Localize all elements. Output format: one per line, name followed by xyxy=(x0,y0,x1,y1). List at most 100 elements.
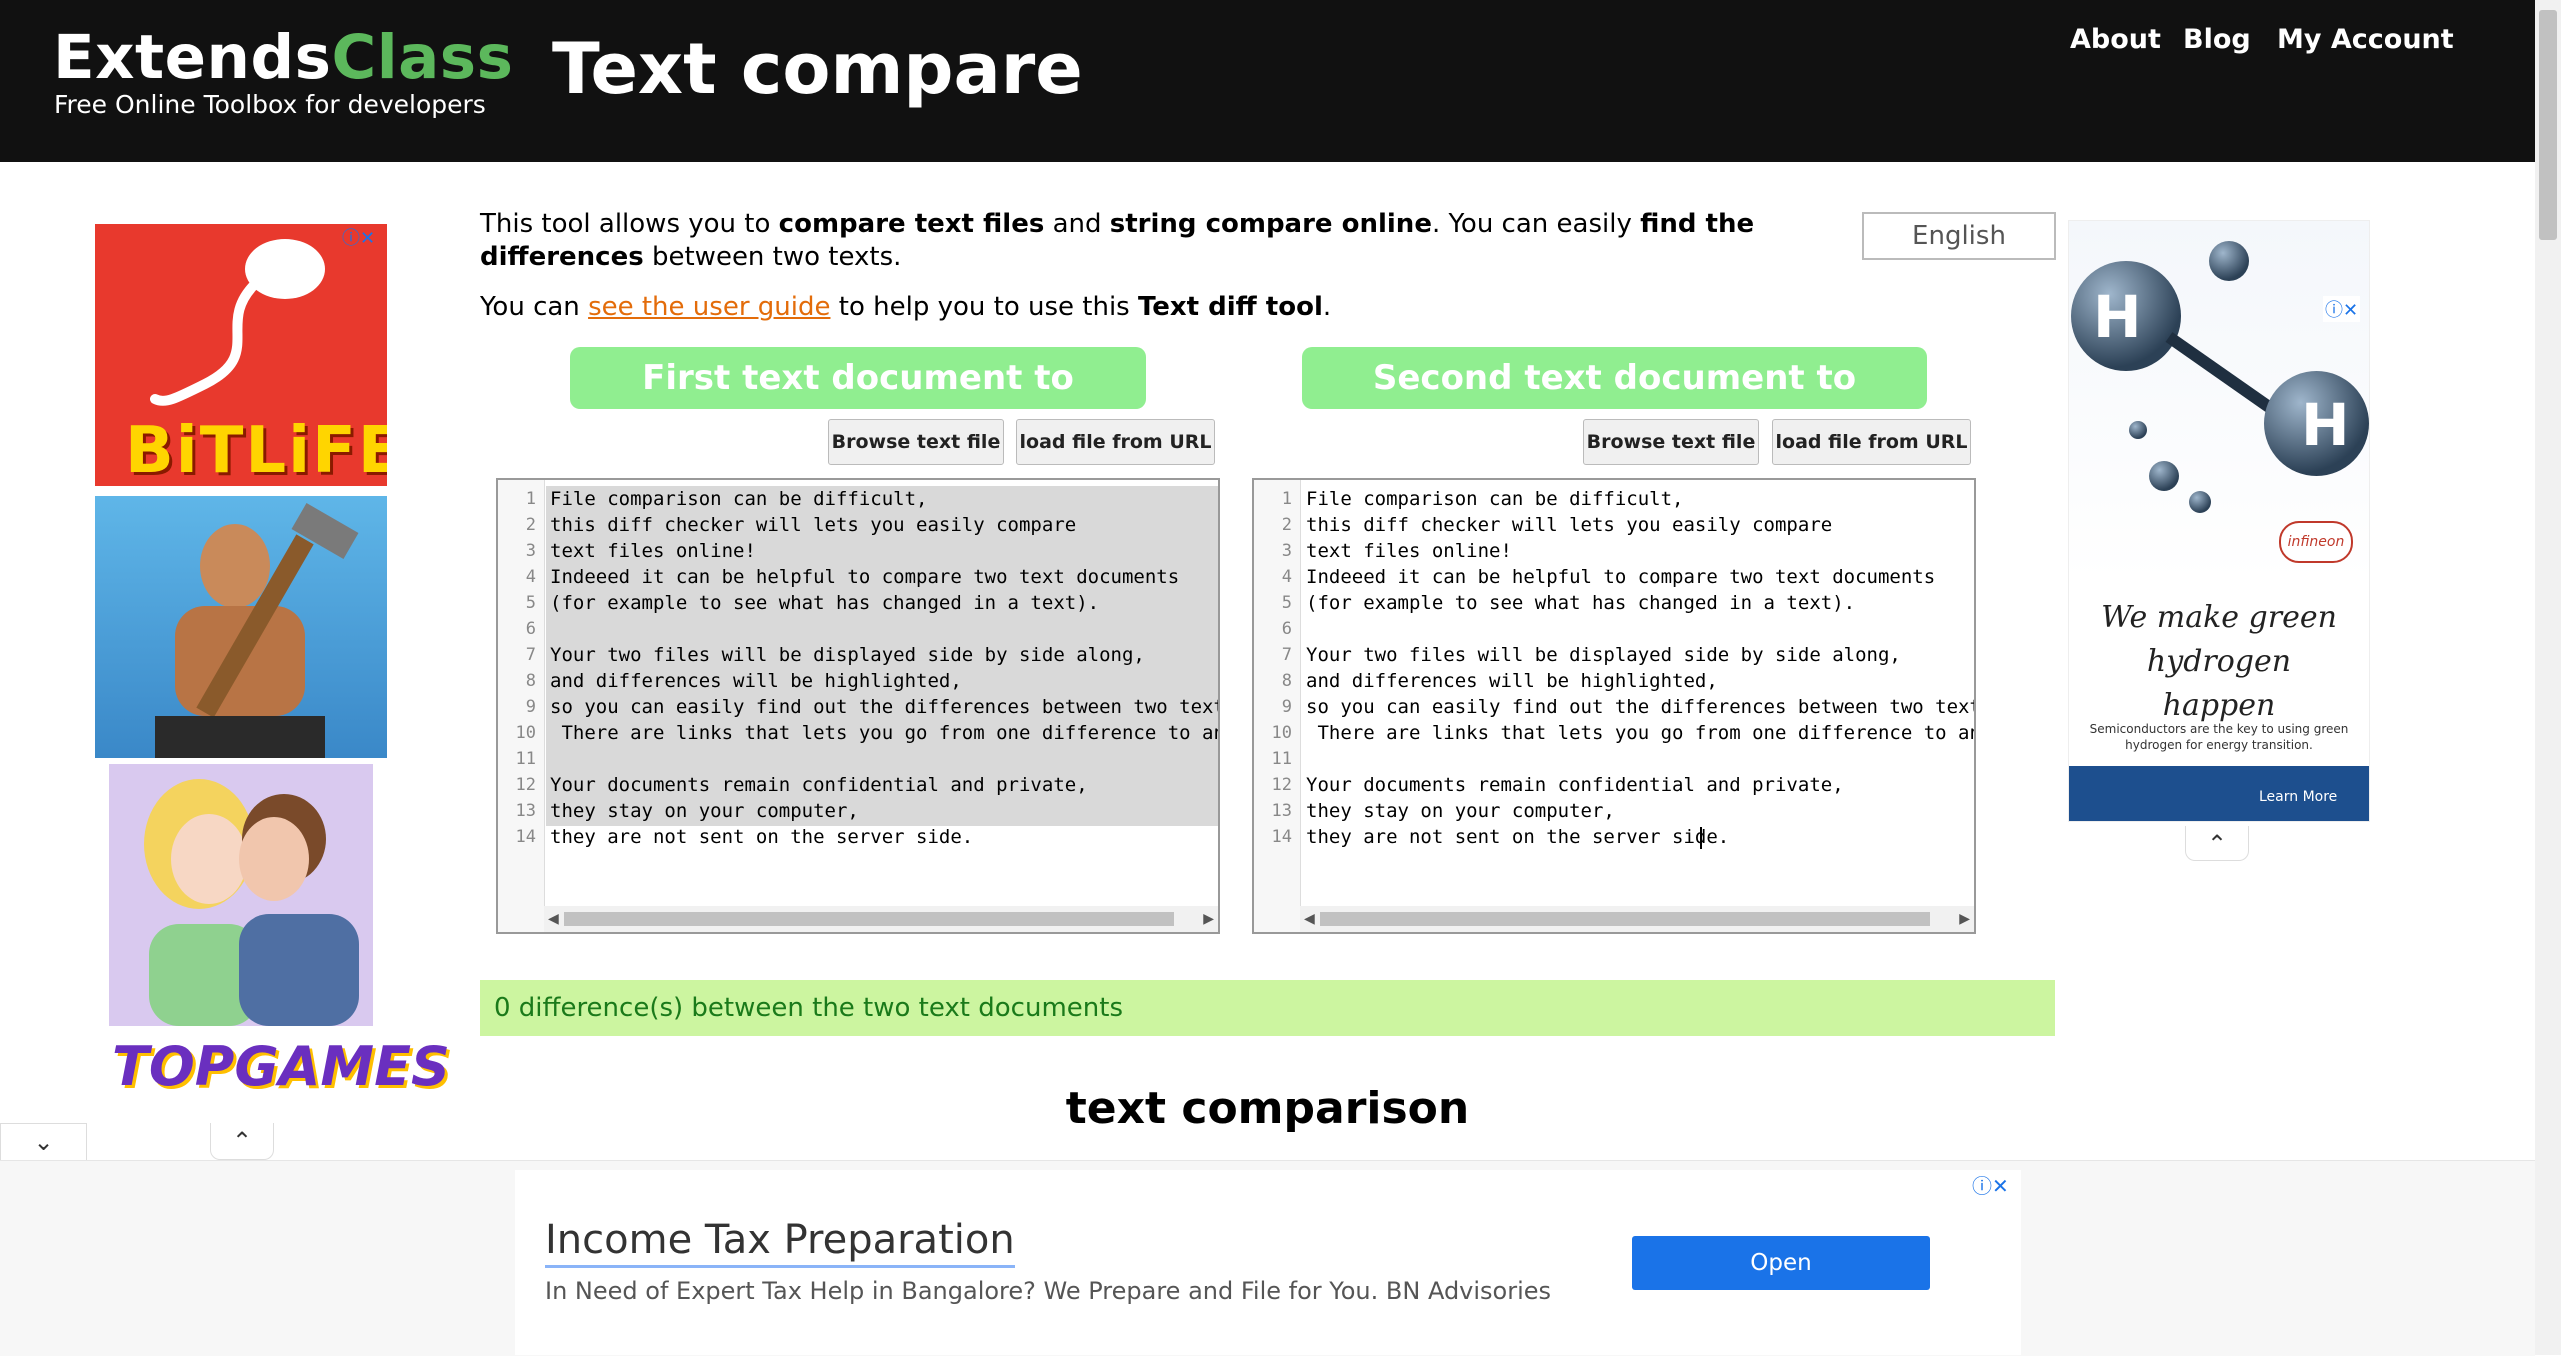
browse-text-file-button-2[interactable]: Browse text file xyxy=(1583,419,1759,465)
bitlife-logo: BiTLiFE xyxy=(125,414,387,486)
line-number: 1 xyxy=(525,489,536,509)
line-number: 6 xyxy=(1281,619,1292,639)
code-line[interactable]: and differences will be highlighted, xyxy=(1304,668,1718,694)
user-guide-paragraph: You can see the user guide to help you t… xyxy=(480,292,1332,322)
ad-close-icon[interactable]: ⓘ✕ xyxy=(342,224,375,250)
line-number: 14 xyxy=(1271,827,1292,847)
code-line[interactable]: and differences will be highlighted, xyxy=(548,668,962,694)
game-tile-hammer[interactable] xyxy=(95,496,387,758)
horizontal-scroll-thumb[interactable] xyxy=(1320,912,1930,926)
code-line[interactable]: they are not sent on the server side. xyxy=(548,824,973,850)
bubble xyxy=(2129,421,2147,439)
scroll-left-icon[interactable]: ◀ xyxy=(548,906,559,932)
line-number: 14 xyxy=(515,827,536,847)
line-number: 5 xyxy=(1281,593,1292,613)
code-line[interactable] xyxy=(1304,746,1306,772)
load-from-url-button-1[interactable]: load file from URL xyxy=(1016,419,1215,465)
code-line[interactable]: File comparison can be difficult, xyxy=(1304,486,1684,512)
code-line[interactable]: they stay on your computer, xyxy=(548,798,859,824)
line-number: 11 xyxy=(515,749,536,769)
language-select[interactable]: English xyxy=(1862,212,2056,260)
ad-close-icon[interactable]: ⓘ✕ xyxy=(2323,296,2361,322)
chevron-up-icon: ⌃ xyxy=(2206,830,2228,858)
line-number: 2 xyxy=(1281,515,1292,535)
horizontal-scrollbar[interactable]: ◀ ▶ xyxy=(1300,906,1974,932)
line-number: 3 xyxy=(1281,541,1292,561)
line-number: 6 xyxy=(525,619,536,639)
code-line[interactable]: this diff checker will lets you easily c… xyxy=(1304,512,1832,538)
diff-result-banner: 0 difference(s) between the two text doc… xyxy=(480,980,2055,1036)
code-line[interactable]: so you can easily find out the differenc… xyxy=(548,694,1218,720)
code-line[interactable]: text files online! xyxy=(548,538,756,564)
line-number: 11 xyxy=(1271,749,1292,769)
bubble xyxy=(2189,491,2211,513)
browse-text-file-button-1[interactable]: Browse text file xyxy=(828,419,1004,465)
bottom-ad-open-button[interactable]: Open xyxy=(1632,1236,1930,1290)
text-cursor xyxy=(1700,827,1702,849)
code-line[interactable]: Your documents remain confidential and p… xyxy=(548,772,1088,798)
topgames-logo[interactable]: TOPGAMES xyxy=(112,1035,450,1098)
load-from-url-button-2[interactable]: load file from URL xyxy=(1772,419,1971,465)
code-line[interactable] xyxy=(548,746,550,772)
game-tile-bitlife[interactable]: BiTLiFE xyxy=(95,224,387,486)
code-line[interactable]: Indeeed it can be helpful to compare two… xyxy=(548,564,1179,590)
code-line[interactable]: Your documents remain confidential and p… xyxy=(1304,772,1844,798)
horizontal-scroll-thumb[interactable] xyxy=(564,912,1174,926)
bottom-ad-description: In Need of Expert Tax Help in Bangalore?… xyxy=(545,1277,1552,1305)
user-guide-link[interactable]: see the user guide xyxy=(588,292,830,322)
horizontal-scrollbar[interactable]: ◀ ▶ xyxy=(544,906,1218,932)
ad-close-icon[interactable]: ⓘ✕ xyxy=(1972,1170,2009,1199)
ad-expand-button[interactable]: ⌃ xyxy=(2185,826,2249,861)
molecule-bond xyxy=(2165,332,2279,417)
logo-word-2: Class xyxy=(331,22,514,93)
ad-expand-button[interactable]: ⌃ xyxy=(210,1123,274,1160)
first-document-heading: First text document to compare xyxy=(570,347,1146,460)
scroll-right-icon[interactable]: ▶ xyxy=(1203,906,1214,932)
left-game-ad[interactable]: BiTLiFE xyxy=(95,224,387,1124)
section-heading: text comparison xyxy=(1065,1083,1470,1134)
line-number: 7 xyxy=(1281,645,1292,665)
line-number: 9 xyxy=(525,697,536,717)
hammer-man-icon xyxy=(155,503,359,758)
code-line[interactable]: this diff checker will lets you easily c… xyxy=(548,512,1076,538)
code-line[interactable] xyxy=(1304,616,1306,642)
line-number: 10 xyxy=(1271,723,1292,743)
learn-more-link[interactable]: Learn More xyxy=(2259,789,2337,805)
code-line[interactable]: they are not sent on the server side. xyxy=(1304,824,1729,850)
nav-about-link[interactable]: About xyxy=(2070,24,2161,55)
first-text-editor[interactable]: 1 File comparison can be difficult, 2 this … xyxy=(496,478,1220,934)
code-line[interactable]: Your two files will be displayed side by… xyxy=(1304,642,1901,668)
code-line[interactable]: There are links that lets you go from on… xyxy=(548,720,1218,746)
line-number: 2 xyxy=(525,515,536,535)
code-line[interactable]: File comparison can be difficult, xyxy=(548,486,928,512)
code-line[interactable]: There are links that lets you go from on… xyxy=(1304,720,1974,746)
bottom-ad-title[interactable]: Income Tax Preparation xyxy=(545,1217,1015,1268)
code-line[interactable]: text files online! xyxy=(1304,538,1512,564)
second-document-heading: Second text document to compare xyxy=(1302,347,1927,460)
nav-blog-link[interactable]: Blog xyxy=(2183,24,2251,55)
hydrogen-letter: H xyxy=(2093,283,2142,351)
code-line[interactable]: Your two files will be displayed side by… xyxy=(548,642,1145,668)
second-text-editor[interactable]: 1 File comparison can be difficult, 2 this … xyxy=(1252,478,1976,934)
nav-my-account-link[interactable]: My Account xyxy=(2277,24,2454,55)
hydrogen-letter: H xyxy=(2301,391,2350,459)
code-line[interactable]: (for example to see what has changed in … xyxy=(548,590,1099,616)
bubble xyxy=(2149,461,2179,491)
ad-collapse-button[interactable]: ⌄ xyxy=(0,1123,87,1165)
code-line[interactable]: so you can easily find out the differenc… xyxy=(1304,694,1974,720)
couple-kiss-icon xyxy=(144,779,359,1026)
line-number: 8 xyxy=(525,671,536,691)
site-logo[interactable]: ExtendsClass xyxy=(53,22,513,93)
logo-word-1: Extends xyxy=(53,22,332,93)
scroll-left-icon[interactable]: ◀ xyxy=(1304,906,1315,932)
scroll-right-icon[interactable]: ▶ xyxy=(1959,906,1970,932)
line-number: 13 xyxy=(1271,801,1292,821)
page-scrollbar-thumb[interactable] xyxy=(2539,10,2557,240)
game-tile-kiss[interactable] xyxy=(109,764,373,1026)
ad-fine-print: Semiconductors are the key to using gree… xyxy=(2089,722,2349,752)
code-line[interactable] xyxy=(548,616,550,642)
code-line[interactable]: (for example to see what has changed in … xyxy=(1304,590,1855,616)
code-line[interactable]: Indeeed it can be helpful to compare two… xyxy=(1304,564,1935,590)
line-number: 4 xyxy=(1281,567,1292,587)
code-line[interactable]: they stay on your computer, xyxy=(1304,798,1615,824)
